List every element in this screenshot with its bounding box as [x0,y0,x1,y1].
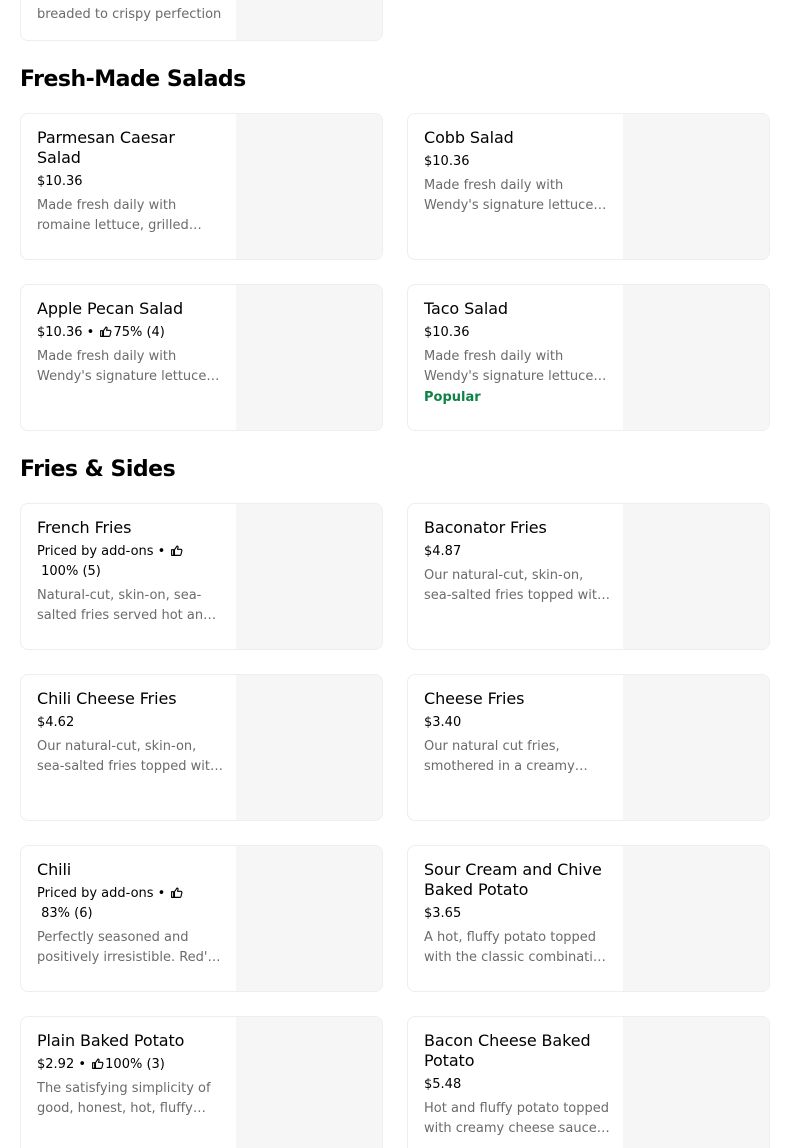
item-name: Cobb Salad [424,128,514,147]
menu-item-card[interactable]: breaded to crispy perfection [20,0,383,41]
item-image [236,504,382,649]
thumbs-up-icon [99,325,112,338]
menu-item-card[interactable]: Cheese Fries $3.40 Our natural cut fries… [407,674,770,821]
item-description: Made fresh daily with romaine lettuce, g… [37,198,189,233]
item-price: $4.62 [37,715,75,730]
item-image [236,846,382,991]
item-name: French Fries [37,518,132,537]
item-image [236,1017,382,1148]
item-description: Our natural-cut, skin-on, sea-salted fri… [37,739,219,774]
item-image [623,504,769,649]
item-price-rating: $2.92 • 100% (3) [37,1057,165,1072]
item-description: Made fresh daily with Wendy's signature … [424,349,594,384]
item-name: Chili Cheese Fries [37,689,177,708]
item-description: breaded to crispy perfection [37,7,222,22]
item-rating: 75% (4) [113,325,165,340]
thumbs-up-icon [91,1057,104,1070]
item-name: Chili [37,860,72,879]
item-description: Our natural cut fries, smothered in a cr… [424,739,575,774]
item-image [236,0,382,40]
item-description: Our natural-cut, skin-on, sea-salted fri… [424,568,606,603]
item-price: $10.36 [424,154,470,169]
item-price: $2.92 [37,1057,75,1072]
item-description: Perfectly seasoned and positively irresi… [37,930,215,965]
menu-item-card[interactable]: Chili Priced by add-ons • 83% (6) Perfec… [20,845,383,992]
item-description: A hot, fluffy potato topped with the cla… [424,930,610,965]
popular-badge: Popular [424,390,481,405]
menu-item-card[interactable]: Plain Baked Potato $2.92 • 100% (3) The … [20,1016,383,1148]
item-description: The satisfying simplicity of good, hones… [37,1081,211,1116]
item-price: $10.36 [37,325,83,340]
item-description: Made fresh daily with Wendy's signature … [424,178,594,213]
item-price-rating: $10.36 • 75% (4) [37,325,165,340]
menu-item-card[interactable]: Apple Pecan Salad $10.36 • 75% (4) Made … [20,284,383,431]
item-name: Sour Cream and Chive Baked Potato [424,860,602,899]
menu-item-card[interactable]: Cobb Salad $10.36 Made fresh daily with … [407,113,770,260]
menu-item-card[interactable]: French Fries Priced by add-ons • 100% (5… [20,503,383,650]
item-name: Apple Pecan Salad [37,299,184,318]
item-price-rating: Priced by add-ons • 100% (5) [37,542,187,582]
item-name: Parmesan Caesar Salad [37,128,175,167]
item-description: Hot and fluffy potato topped with creamy… [424,1101,610,1136]
item-name: Baconator Fries [424,518,547,537]
thumbs-up-icon [170,544,183,557]
item-name: Taco Salad [424,299,508,318]
item-rating: 83% (6) [41,906,93,921]
item-price: $4.87 [424,544,462,559]
item-image [623,114,769,259]
item-image [623,675,769,820]
item-price: $3.40 [424,715,462,730]
thumbs-up-icon [170,886,183,899]
item-price: Priced by add-ons [37,544,154,559]
section-title-fries-sides: Fries & Sides [20,457,176,482]
item-price: $10.36 [37,174,83,189]
item-name: Plain Baked Potato [37,1031,185,1050]
item-price: Priced by add-ons [37,886,154,901]
item-price: $3.65 [424,906,462,921]
menu-item-card[interactable]: Baconator Fries $4.87 Our natural-cut, s… [407,503,770,650]
item-image [623,285,769,430]
item-description: Natural-cut, skin-on, sea-salted fries s… [37,588,212,623]
item-rating: 100% (3) [105,1057,165,1072]
item-image [236,285,382,430]
item-image [236,114,382,259]
menu-item-card[interactable]: Bacon Cheese Baked Potato $5.48 Hot and … [407,1016,770,1148]
item-name: Cheese Fries [424,689,525,708]
item-image [623,1017,769,1148]
menu-item-card[interactable]: Parmesan Caesar Salad $10.36 Made fresh … [20,113,383,260]
item-description: Made fresh daily with Wendy's signature … [37,349,207,384]
menu-item-card[interactable]: Taco Salad $10.36 Made fresh daily with … [407,284,770,431]
section-title-salads: Fresh-Made Salads [20,67,246,92]
menu-item-card[interactable]: Chili Cheese Fries $4.62 Our natural-cut… [20,674,383,821]
item-price: $10.36 [424,325,470,340]
item-image [236,675,382,820]
item-price-rating: Priced by add-ons • 83% (6) [37,884,187,924]
item-price: $5.48 [424,1077,462,1092]
item-image [623,846,769,991]
item-name: Bacon Cheese Baked Potato [424,1031,591,1070]
menu-item-card[interactable]: Sour Cream and Chive Baked Potato $3.65 … [407,845,770,992]
item-rating: 100% (5) [41,564,101,579]
